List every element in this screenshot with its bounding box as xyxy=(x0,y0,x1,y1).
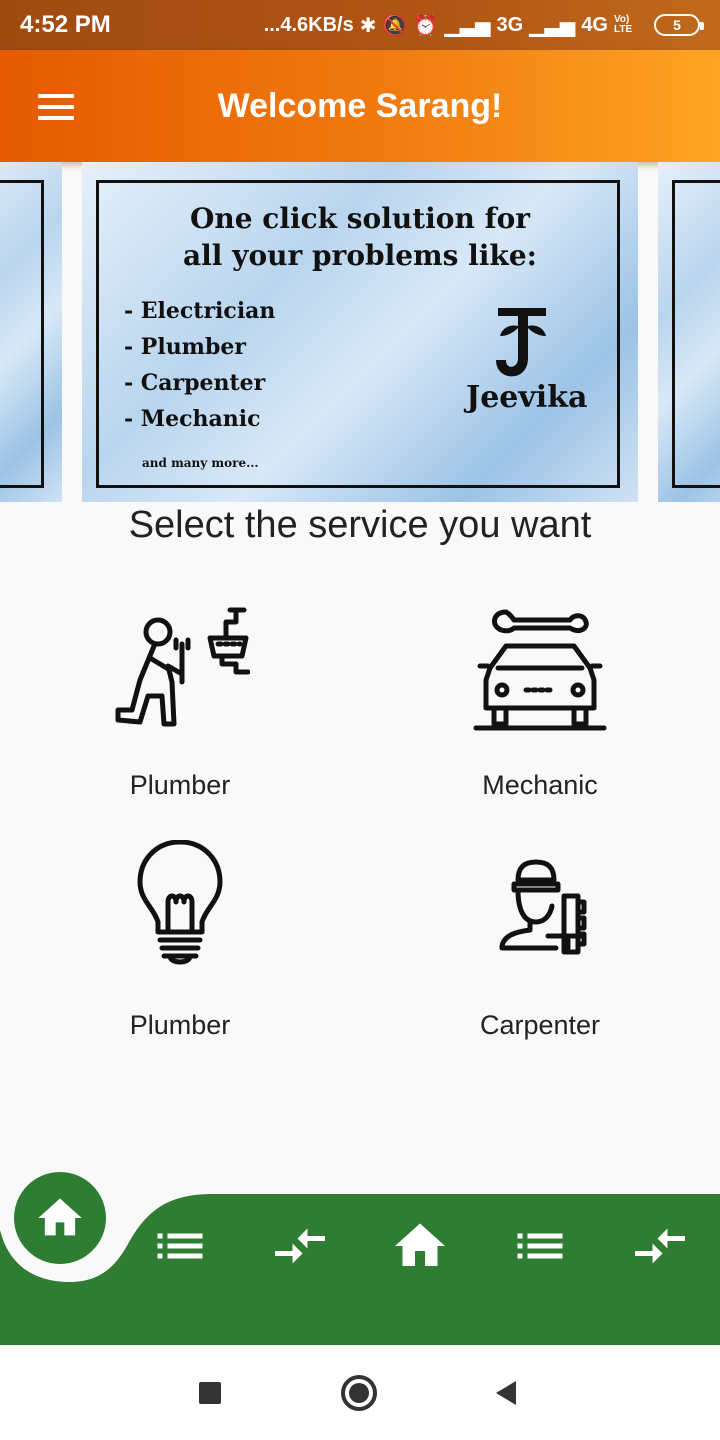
service-label: Mechanic xyxy=(482,770,598,800)
alarm-icon: ⏰ xyxy=(413,14,439,37)
slide-frame xyxy=(0,180,44,488)
signal-type-2: 4G xyxy=(581,13,608,36)
service-card-carpenter[interactable]: Carpenter xyxy=(360,840,720,1060)
service-label: Plumber xyxy=(129,1010,231,1040)
carousel-slide-current[interactable]: One click solution for all your problems… xyxy=(82,162,638,502)
promo-list-item: - Mechanic xyxy=(124,406,261,432)
mute-icon: 🔕 xyxy=(382,14,408,37)
system-home-button[interactable] xyxy=(341,1375,377,1411)
system-navigation-bar xyxy=(0,1345,720,1440)
promo-list-item: - Carpenter xyxy=(124,370,266,396)
service-card-electrician[interactable]: Plumber xyxy=(0,840,360,1060)
status-indicators: ...4.6KB/s ✱ 🔕 ⏰ ▁▃▅ 3G ▁▃▅ 4G Vo) LTE 5 xyxy=(263,13,704,38)
home-icon xyxy=(395,1223,445,1266)
app-bar: Welcome Sarang! xyxy=(0,50,720,162)
signal-type-1: 3G xyxy=(496,13,524,36)
menu-icon-line xyxy=(38,105,74,109)
promo-list-item: - Plumber xyxy=(124,334,246,360)
network-speed: ...4.6KB/s xyxy=(263,13,354,36)
back-button[interactable] xyxy=(496,1381,516,1405)
app-title: Welcome Sarang! xyxy=(217,86,503,125)
battery-icon: 5 xyxy=(654,14,704,36)
logo-text: Jeevika xyxy=(466,380,588,415)
signal-icon: ▁▃▅ xyxy=(444,14,491,37)
bottom-navigation-bar xyxy=(0,1170,720,1345)
service-card-plumber[interactable]: Plumber xyxy=(0,600,360,820)
menu-icon-line xyxy=(38,94,74,98)
mechanic-icon xyxy=(473,609,607,731)
service-card-mechanic[interactable]: Mechanic xyxy=(360,600,720,820)
promo-heading: One click solution for all your problems… xyxy=(82,200,638,274)
slide-frame xyxy=(672,180,720,488)
list-icon xyxy=(157,1233,203,1259)
carpenter-icon xyxy=(499,859,587,955)
lightbulb-icon xyxy=(137,840,223,965)
promo-heading-line1: One click solution for xyxy=(189,202,531,235)
nav-list-button[interactable] xyxy=(510,1216,570,1276)
jeevika-logo-icon xyxy=(496,308,546,377)
banner-carousel[interactable]: One click solution for all your problems… xyxy=(0,162,720,502)
status-bar: 4:52 PM ...4.6KB/s ✱ 🔕 ⏰ ▁▃▅ 3G ▁▃▅ 4G V… xyxy=(0,0,720,50)
nav-list-button[interactable] xyxy=(150,1216,210,1276)
menu-button[interactable] xyxy=(38,94,74,120)
list-icon xyxy=(517,1233,563,1259)
nav-home-active-button[interactable] xyxy=(14,1172,106,1264)
carousel-slide-prev[interactable] xyxy=(0,162,62,502)
carousel-slide-next[interactable] xyxy=(658,162,720,502)
status-time: 4:52 PM xyxy=(20,11,111,38)
nav-home-button[interactable] xyxy=(390,1216,450,1276)
compare-arrows-icon xyxy=(635,1228,685,1264)
promo-list-item: - Electrician xyxy=(124,298,276,324)
home-icon xyxy=(38,1198,82,1236)
bluetooth-icon: ✱ xyxy=(359,14,377,37)
recent-apps-button[interactable] xyxy=(199,1382,221,1404)
app-screen: 4:52 PM ...4.6KB/s ✱ 🔕 ⏰ ▁▃▅ 3G ▁▃▅ 4G V… xyxy=(0,0,720,1440)
nav-background-curve xyxy=(0,1194,720,1345)
menu-icon-line xyxy=(38,116,74,120)
nav-compare-button[interactable] xyxy=(270,1216,330,1276)
nav-compare-button[interactable] xyxy=(630,1216,690,1276)
promo-heading-line2: all your problems like: xyxy=(183,239,537,272)
home-circle-icon xyxy=(349,1383,369,1403)
volte-indicator: Vo) LTE xyxy=(614,14,633,35)
service-label: Carpenter xyxy=(479,1010,601,1040)
promo-service-list: - Electrician - Plumber - Carpenter - Me… xyxy=(124,298,275,442)
compare-arrows-icon xyxy=(275,1228,325,1264)
service-label: Plumber xyxy=(129,770,231,800)
plumber-icon xyxy=(115,607,250,727)
battery-level: 5 xyxy=(673,17,681,33)
promo-more-text: and many more... xyxy=(142,456,259,470)
section-title: Select the service you want xyxy=(128,504,592,546)
signal-icon: ▁▃▅ xyxy=(529,14,576,37)
